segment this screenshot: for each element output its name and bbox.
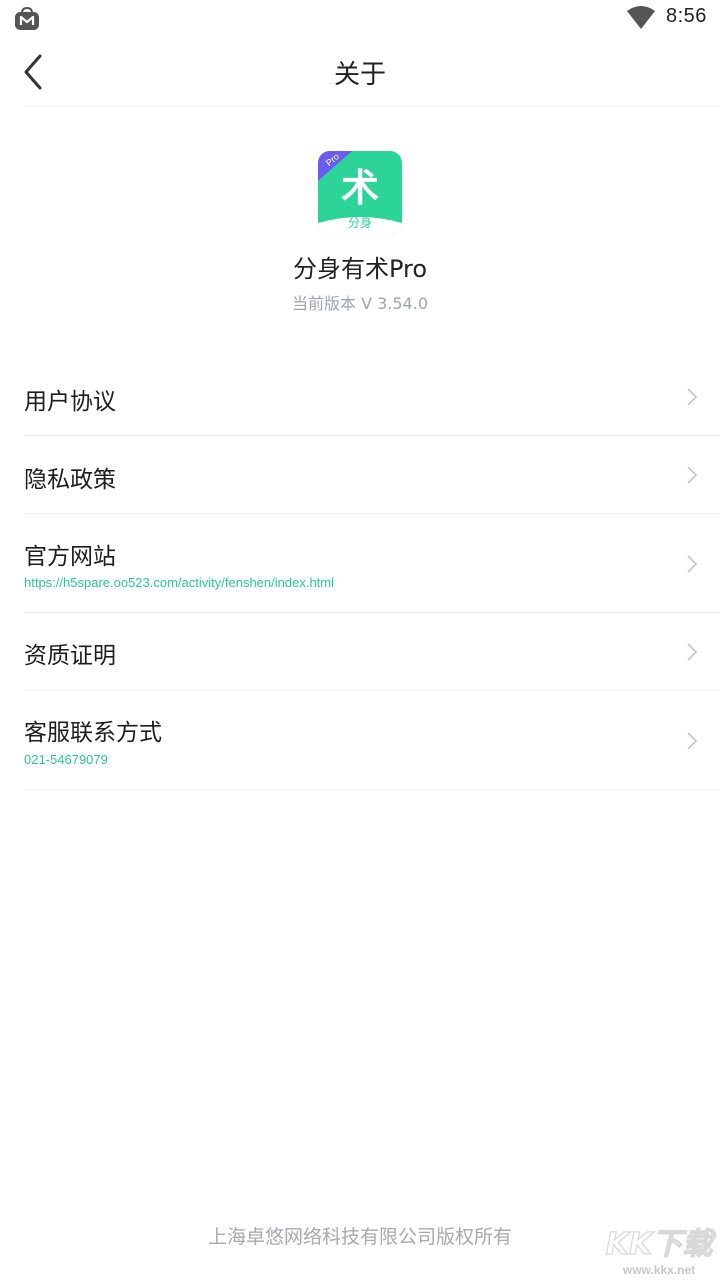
watermark-url: www.kkx.net: [622, 1263, 695, 1277]
title-bar: 关于: [0, 38, 720, 106]
page-title: 关于: [333, 60, 386, 90]
watermark-logo: KK下载 www.kkx.net: [605, 1226, 717, 1277]
status-bar: 8:56: [0, 0, 720, 38]
watermark-brand: KK下载: [606, 1227, 716, 1262]
menu-item-privacy-policy[interactable]: 隐私政策: [24, 436, 720, 514]
menu-item-label: 官方网站: [24, 544, 116, 570]
chevron-right-icon: [687, 466, 698, 484]
app-name: 分身有术Pro: [292, 255, 428, 283]
menu-item-label: 隐私政策: [24, 467, 116, 493]
header-divider: [24, 106, 720, 107]
app-version: 当前版本 V 3.54.0: [291, 294, 428, 313]
menu-item-customer-service[interactable]: 客服联系方式 021-54679079: [24, 691, 720, 790]
menu-item-qualification[interactable]: 资质证明: [24, 613, 720, 691]
app-logo-icon: Pro 术 分身: [318, 151, 402, 235]
official-website-url[interactable]: https://h5spare.oo523.com/activity/fensh…: [24, 575, 334, 590]
chevron-right-icon: [687, 643, 698, 661]
menu-item-label: 资质证明: [24, 643, 116, 669]
customer-service-phone[interactable]: 021-54679079: [24, 752, 108, 767]
status-time: 8:56: [666, 5, 707, 27]
wifi-icon: [627, 6, 655, 29]
menu-item-label: 客服联系方式: [24, 720, 162, 746]
logo-character: 术: [341, 166, 379, 210]
logo-caption: 分身: [348, 215, 372, 230]
chevron-right-icon: [687, 555, 698, 573]
menu-item-label: 用户协议: [24, 389, 116, 415]
menu-item-user-agreement[interactable]: 用户协议: [24, 358, 720, 436]
chevron-right-icon: [687, 732, 698, 750]
about-menu: 用户协议 隐私政策 官方网站 https://h5spare.oo523.com…: [24, 358, 720, 790]
chevron-right-icon: [687, 388, 698, 406]
shopping-bag-icon: [15, 7, 39, 30]
menu-item-official-website[interactable]: 官方网站 https://h5spare.oo523.com/activity/…: [24, 514, 720, 613]
